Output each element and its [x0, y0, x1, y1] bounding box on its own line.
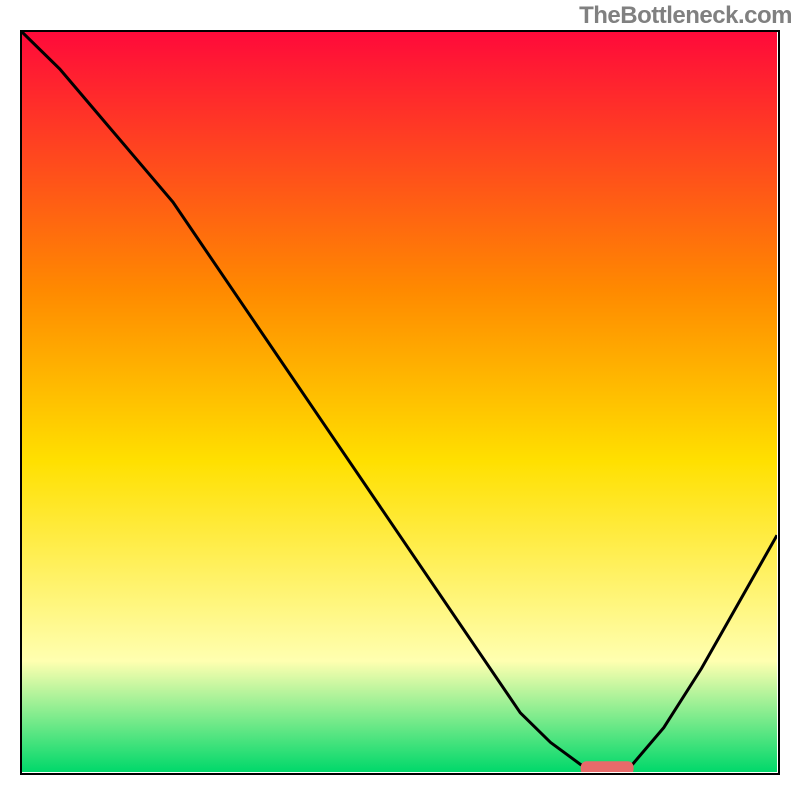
watermark-text: TheBottleneck.com: [579, 2, 792, 30]
chart-container: TheBottleneck.com: [0, 0, 800, 800]
gradient-background: [22, 32, 777, 772]
optimum-marker: [581, 761, 634, 772]
plot-area: [20, 30, 780, 775]
chart-svg: [22, 32, 777, 772]
